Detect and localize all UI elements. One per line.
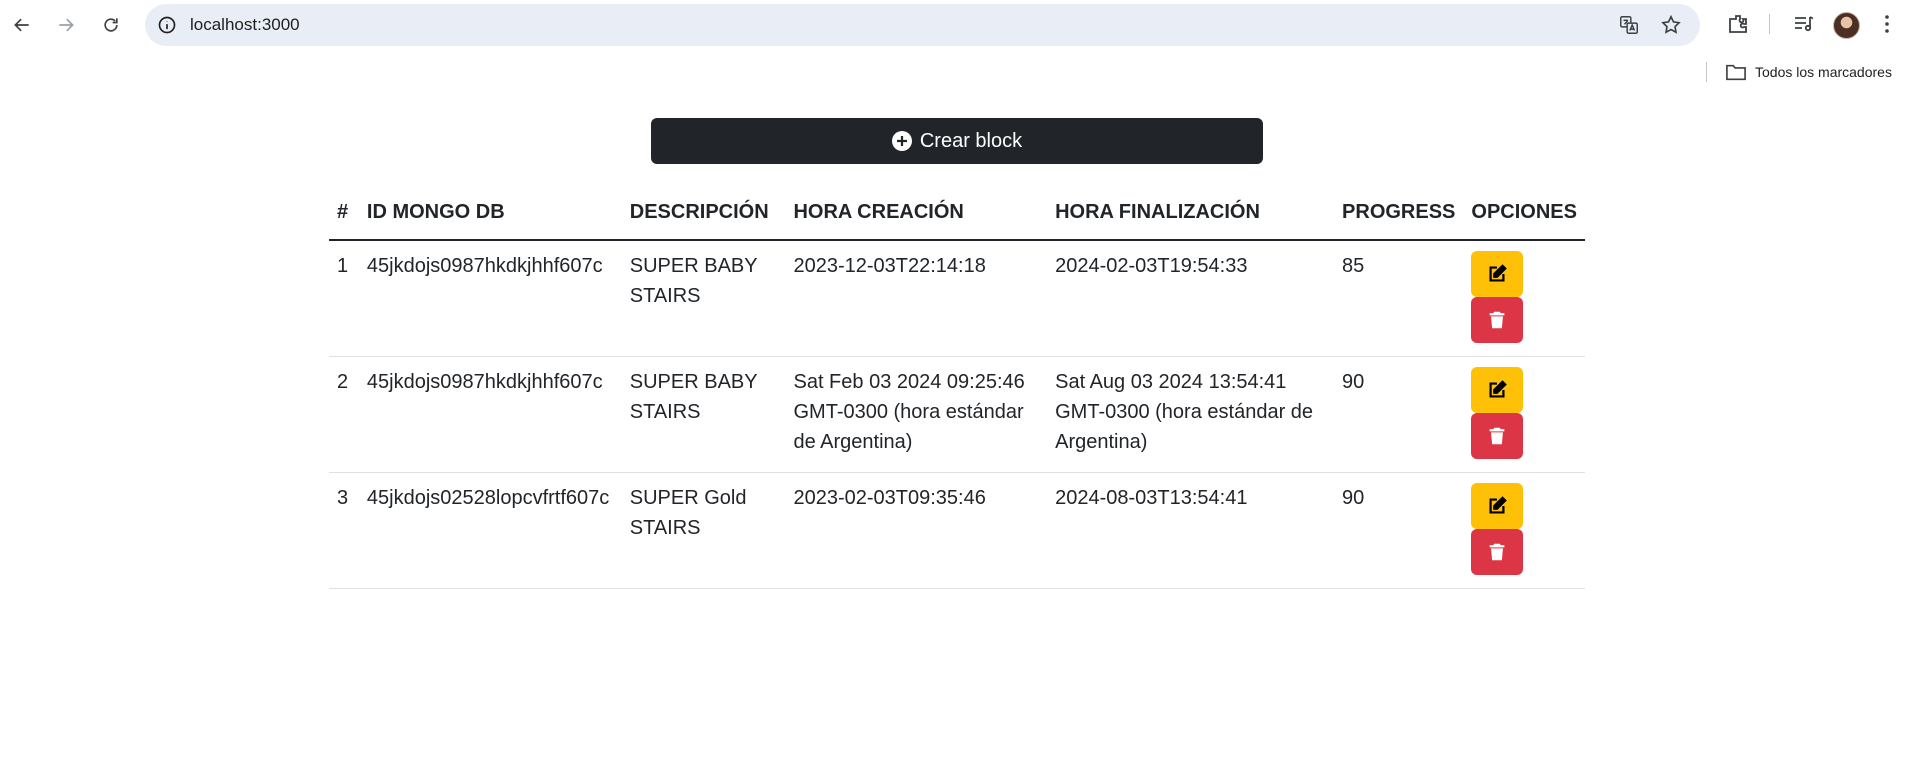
row-finalization-time: Sat Aug 03 2024 13:54:41 GMT-0300 (hora … bbox=[1047, 356, 1335, 473]
translate-icon[interactable] bbox=[1618, 14, 1640, 36]
address-bar[interactable]: localhost:3000 bbox=[145, 4, 1700, 46]
create-block-button[interactable]: Crear block bbox=[651, 118, 1263, 164]
row-options bbox=[1463, 472, 1585, 589]
edit-icon bbox=[1489, 379, 1508, 398]
blocks-table: # ID MONGO DB DESCRIPCIÓN HORA CREACIÓN … bbox=[329, 185, 1585, 589]
row-id: 45jkdojs0987hkdkjhhf607c bbox=[358, 240, 622, 357]
edit-icon bbox=[1489, 495, 1508, 514]
back-icon[interactable] bbox=[5, 8, 39, 42]
row-description: SUPER BABY STAIRS bbox=[621, 240, 786, 357]
row-num: 1 bbox=[329, 240, 359, 357]
row-num: 2 bbox=[329, 356, 359, 473]
plus-circle-icon bbox=[891, 131, 912, 151]
folder-icon bbox=[1726, 64, 1746, 81]
row-progress: 90 bbox=[1334, 356, 1464, 473]
header-description: DESCRIPCIÓN bbox=[621, 185, 786, 241]
table-row: 2 45jkdojs0987hkdkjhhf607c SUPER BABY ST… bbox=[329, 356, 1585, 473]
row-id: 45jkdojs02528lopcvfrtf607c bbox=[358, 472, 622, 589]
media-queue-icon[interactable] bbox=[1792, 12, 1816, 36]
row-id: 45jkdojs0987hkdkjhhf607c bbox=[358, 356, 622, 473]
row-options bbox=[1463, 356, 1585, 473]
edit-button[interactable] bbox=[1471, 366, 1524, 413]
row-progress: 90 bbox=[1334, 472, 1464, 589]
row-progress: 85 bbox=[1334, 240, 1464, 357]
delete-button[interactable] bbox=[1471, 412, 1524, 459]
all-bookmarks-label: Todos los marcadores bbox=[1755, 64, 1892, 80]
more-menu-icon[interactable] bbox=[1875, 12, 1899, 36]
row-num: 3 bbox=[329, 472, 359, 589]
trash-icon bbox=[1490, 427, 1505, 444]
bookmarks-bar: Todos los marcadores bbox=[0, 51, 1911, 93]
edit-button[interactable] bbox=[1471, 251, 1524, 297]
row-options bbox=[1463, 240, 1585, 357]
row-creation-time: Sat Feb 03 2024 09:25:46 GMT-0300 (hora … bbox=[785, 356, 1048, 473]
delete-button[interactable] bbox=[1471, 528, 1524, 575]
trash-icon bbox=[1490, 311, 1505, 329]
header-finalization-time: HORA FINALIZACIÓN bbox=[1047, 185, 1335, 241]
table-row: 3 45jkdojs02528lopcvfrtf607c SUPER Gold … bbox=[329, 472, 1585, 589]
trash-icon bbox=[1490, 543, 1505, 560]
row-creation-time: 2023-12-03T22:14:18 bbox=[785, 240, 1048, 357]
bookmarks-divider bbox=[1706, 62, 1707, 82]
table-header-row: # ID MONGO DB DESCRIPCIÓN HORA CREACIÓN … bbox=[329, 185, 1585, 241]
row-finalization-time: 2024-08-03T13:54:41 bbox=[1047, 472, 1335, 589]
reload-icon[interactable] bbox=[94, 8, 128, 42]
row-description: SUPER BABY STAIRS bbox=[621, 356, 786, 473]
browser-toolbar: localhost:3000 bbox=[0, 0, 1911, 51]
toolbar-divider bbox=[1769, 14, 1770, 34]
create-block-label: Crear block bbox=[919, 129, 1023, 152]
bookmark-star-icon[interactable] bbox=[1660, 14, 1682, 36]
extensions-icon[interactable] bbox=[1726, 12, 1750, 36]
forward-icon[interactable] bbox=[49, 8, 83, 42]
edit-button[interactable] bbox=[1471, 482, 1524, 529]
profile-avatar[interactable] bbox=[1833, 12, 1860, 39]
all-bookmarks-folder[interactable]: Todos los marcadores bbox=[1725, 62, 1892, 82]
delete-button[interactable] bbox=[1471, 297, 1524, 343]
row-finalization-time: 2024-02-03T19:54:33 bbox=[1047, 240, 1335, 357]
edit-icon bbox=[1489, 264, 1508, 282]
header-num: # bbox=[329, 185, 359, 241]
header-progress: PROGRESS bbox=[1334, 185, 1464, 241]
url-text[interactable]: localhost:3000 bbox=[190, 15, 300, 35]
row-creation-time: 2023-02-03T09:35:46 bbox=[785, 472, 1048, 589]
header-options: OPCIONES bbox=[1463, 185, 1585, 241]
site-info-icon[interactable] bbox=[157, 15, 177, 35]
row-description: SUPER Gold STAIRS bbox=[621, 472, 786, 589]
header-creation-time: HORA CREACIÓN bbox=[785, 185, 1048, 241]
table-row: 1 45jkdojs0987hkdkjhhf607c SUPER BABY ST… bbox=[329, 240, 1585, 357]
header-id: ID MONGO DB bbox=[358, 185, 622, 241]
